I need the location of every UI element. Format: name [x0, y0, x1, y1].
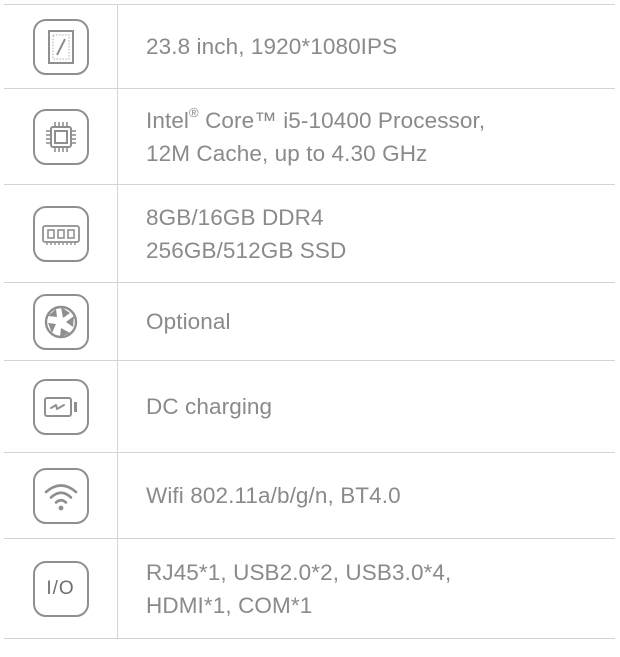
spec-line: Wifi 802.11a/b/g/n, BT4.0	[146, 483, 401, 508]
icon-cell: I/O	[4, 539, 118, 638]
spec-text: DC charging	[118, 361, 615, 452]
screen-icon	[32, 18, 89, 75]
spec-line: 12M Cache, up to 4.30 GHz	[146, 140, 428, 166]
spec-row-wireless: Wifi 802.11a/b/g/n, BT4.0	[4, 453, 615, 539]
icon-cell	[4, 453, 118, 538]
icon-cell	[4, 185, 118, 282]
spec-text: 8GB/16GB DDR4 256GB/512GB SSD	[118, 185, 615, 282]
spec-line: RJ45*1, USB2.0*2, USB3.0*4,	[146, 559, 452, 585]
spec-row-camera: Optional	[4, 283, 615, 361]
spec-row-power: DC charging	[4, 361, 615, 453]
spec-text: 23.8 inch, 1920*1080IPS	[118, 5, 615, 88]
spec-text: Wifi 802.11a/b/g/n, BT4.0	[118, 453, 615, 538]
spec-line: 23.8 inch, 1920*1080IPS	[146, 34, 398, 59]
spec-line: Optional	[146, 309, 231, 334]
spec-row-memory: 8GB/16GB DDR4 256GB/512GB SSD	[4, 185, 615, 283]
memory-icon	[32, 205, 89, 262]
spec-row-processor: Intel® Core™ i5-10400 Processor, 12M Cac…	[4, 89, 615, 185]
spec-line: Intel® Core™ i5-10400 Processor,	[146, 105, 486, 133]
icon-cell	[4, 89, 118, 184]
icon-cell	[4, 361, 118, 452]
icon-cell	[4, 5, 118, 88]
battery-charging-icon	[32, 378, 89, 435]
spec-table: 23.8 inch, 1920*1080IPS Intel® Core™ i5-…	[4, 4, 615, 639]
spec-row-ports: I/O RJ45*1, USB2.0*2, USB3.0*4, HDMI*1, …	[4, 539, 615, 639]
cpu-icon	[32, 108, 89, 165]
io-icon: I/O	[32, 560, 89, 617]
spec-line: HDMI*1, COM*1	[146, 592, 313, 618]
wifi-icon	[32, 467, 89, 524]
spec-row-display: 23.8 inch, 1920*1080IPS	[4, 5, 615, 89]
camera-shutter-icon	[32, 293, 89, 350]
spec-line: DC charging	[146, 394, 273, 419]
spec-text: Optional	[118, 283, 615, 360]
icon-cell	[4, 283, 118, 360]
spec-text: Intel® Core™ i5-10400 Processor, 12M Cac…	[118, 89, 615, 184]
io-icon-label: I/O	[46, 577, 75, 599]
spec-line: 256GB/512GB SSD	[146, 237, 347, 263]
spec-line: 8GB/16GB DDR4	[146, 204, 324, 230]
spec-text: RJ45*1, USB2.0*2, USB3.0*4, HDMI*1, COM*…	[118, 539, 615, 638]
